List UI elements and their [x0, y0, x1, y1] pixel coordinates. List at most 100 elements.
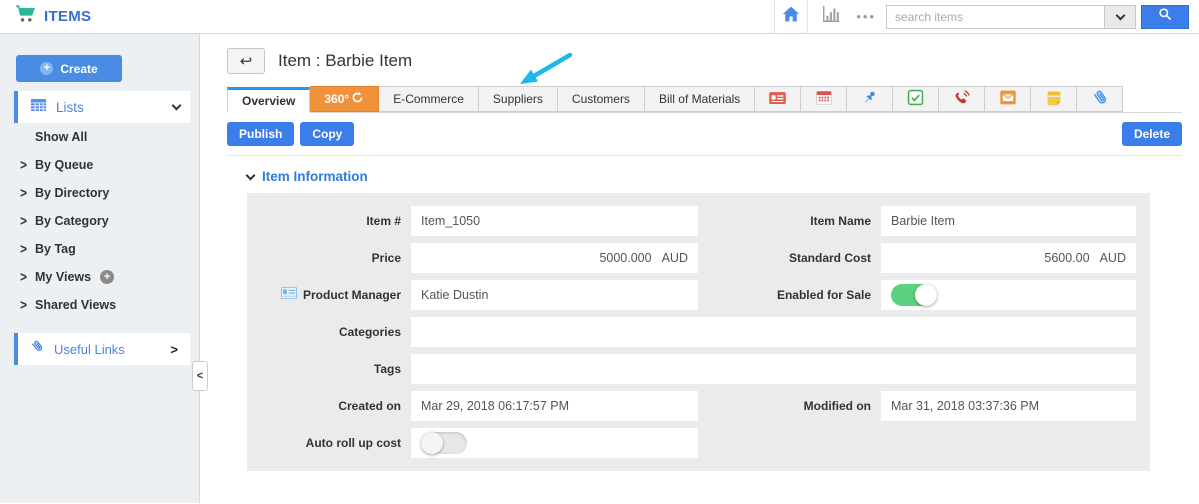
item-number-field[interactable]: Item_1050 [411, 206, 698, 236]
item-information-section-toggle[interactable]: Item Information [245, 169, 1182, 184]
rotate-icon [351, 91, 364, 107]
standard-cost-currency: AUD [1099, 251, 1126, 265]
categories-field[interactable] [411, 317, 1136, 347]
contact-card-icon [280, 280, 297, 310]
mail-icon [999, 89, 1017, 109]
sidebar-item-by-directory[interactable]: > By Directory [0, 179, 199, 207]
idcard-icon [768, 90, 787, 109]
product-manager-label: Product Manager [261, 280, 401, 310]
create-button[interactable]: + Create [16, 55, 122, 82]
modified-on-label: Modified on [803, 399, 871, 413]
delete-button[interactable]: Delete [1121, 122, 1182, 146]
page-title: Item : Barbie Item [278, 51, 413, 70]
sidebar-item-label: By Category [35, 214, 109, 228]
standard-cost-label: Standard Cost [788, 251, 871, 265]
tab-360-view[interactable]: 360° [310, 86, 380, 112]
add-view-icon[interactable]: + [100, 270, 115, 284]
sidebar-item-lists[interactable]: Lists [14, 91, 190, 123]
tags-label: Tags [373, 362, 401, 376]
sidebar-item-by-tag[interactable]: > By Tag [0, 235, 199, 263]
standard-cost-field[interactable]: 5600.00 AUD [881, 243, 1136, 273]
chevron-right-icon: > [20, 268, 28, 286]
tab-customers[interactable]: Customers [557, 86, 645, 112]
price-label: Price [371, 251, 401, 265]
chevron-down-icon [171, 100, 182, 111]
tags-field[interactable] [411, 354, 1136, 384]
tab-details-card[interactable] [755, 86, 802, 112]
chevron-down-icon [1115, 10, 1125, 20]
paperclip-icon [30, 339, 45, 359]
home-icon [781, 5, 801, 28]
tab-calls[interactable] [939, 86, 986, 112]
sidebar-item-label: Useful Links [54, 341, 125, 357]
sidebar-item-label: Lists [56, 99, 84, 115]
price-currency: AUD [661, 251, 688, 265]
cart-icon [14, 4, 36, 29]
modified-on-field[interactable]: Mar 31, 2018 03:37:36 PM [881, 391, 1136, 421]
chevron-right-icon: > [20, 296, 28, 314]
tab-suppliers[interactable]: Suppliers [478, 86, 558, 112]
chevron-right-icon: > [20, 212, 28, 230]
chevron-right-icon: > [170, 341, 178, 357]
tab-notes[interactable] [1031, 86, 1078, 112]
search-input[interactable] [886, 4, 1104, 29]
sidebar: + Create Lists Show All > By Queue > By … [0, 34, 208, 503]
tab-tasks[interactable] [893, 86, 940, 112]
chevron-down-icon [245, 170, 256, 180]
enabled-for-sale-field [881, 280, 1136, 310]
sidebar-item-by-category[interactable]: > By Category [0, 207, 199, 235]
tab-attachments[interactable] [1077, 86, 1124, 112]
pushpin-icon [861, 89, 878, 109]
chevron-right-icon: > [20, 156, 28, 174]
search-button[interactable] [1141, 4, 1189, 29]
more-options-button[interactable]: ••• [856, 9, 876, 24]
item-information-panel: Item # Item_1050 Item Name Barbie Item P… [247, 193, 1150, 471]
phone-icon [952, 89, 971, 109]
tab-email[interactable] [985, 86, 1032, 112]
tab-bill-of-materials[interactable]: Bill of Materials [644, 86, 756, 112]
price-field[interactable]: 5000.000 AUD [411, 243, 698, 273]
tab-overview[interactable]: Overview [227, 87, 311, 113]
attachment-icon [1091, 89, 1109, 110]
item-name-field[interactable]: Barbie Item [881, 206, 1136, 236]
top-header: ITEMS ••• [0, 0, 1199, 34]
sidebar-item-by-queue[interactable]: > By Queue [0, 151, 199, 179]
auto-roll-up-cost-label: Auto roll up cost [305, 436, 401, 450]
sticky-note-icon [1045, 90, 1063, 109]
created-on-label: Created on [338, 399, 401, 413]
bar-chart-icon [820, 4, 842, 29]
chevron-right-icon: > [20, 240, 28, 258]
sidebar-item-label: By Directory [35, 186, 110, 200]
task-check-icon [907, 89, 924, 109]
auto-roll-up-cost-toggle[interactable] [421, 432, 467, 454]
chevron-right-icon: > [20, 184, 28, 202]
sidebar-item-label: By Tag [35, 242, 76, 256]
create-button-label: Create [60, 61, 98, 76]
search-icon [1157, 6, 1173, 27]
section-title: Item Information [262, 169, 368, 184]
back-button[interactable]: ↩ [227, 48, 265, 74]
sidebar-item-label: My Views [35, 270, 92, 284]
grid-icon [30, 98, 47, 117]
sidebar-item-my-views[interactable]: > My Views + [0, 263, 199, 291]
app-brand[interactable]: ITEMS [14, 4, 91, 29]
app-title: ITEMS [44, 8, 92, 25]
sidebar-item-useful-links[interactable]: Useful Links > [14, 333, 190, 365]
tab-pinned[interactable] [847, 86, 894, 112]
copy-button[interactable]: Copy [300, 122, 355, 146]
chart-button[interactable] [816, 5, 846, 29]
tab-ecommerce[interactable]: E-Commerce [379, 86, 479, 112]
sidebar-item-shared-views[interactable]: > Shared Views [0, 291, 199, 319]
enabled-for-sale-toggle[interactable] [891, 284, 937, 306]
home-button[interactable] [774, 0, 809, 34]
main-content: ↩ Item : Barbie Item Overview 360° E-Com… [200, 34, 1199, 503]
search-scope-dropdown[interactable] [1104, 4, 1136, 29]
sidebar-collapse-handle[interactable]: < [192, 361, 208, 391]
product-manager-field[interactable]: Katie Dustin [411, 280, 698, 310]
sidebar-item-label: Show All [35, 130, 88, 144]
sidebar-item-show-all[interactable]: Show All [0, 123, 199, 151]
tab-calendar[interactable] [801, 86, 848, 112]
publish-button[interactable]: Publish [227, 122, 295, 146]
action-bar: Publish Copy Delete [227, 122, 1182, 156]
created-on-field[interactable]: Mar 29, 2018 06:17:57 PM [411, 391, 698, 421]
